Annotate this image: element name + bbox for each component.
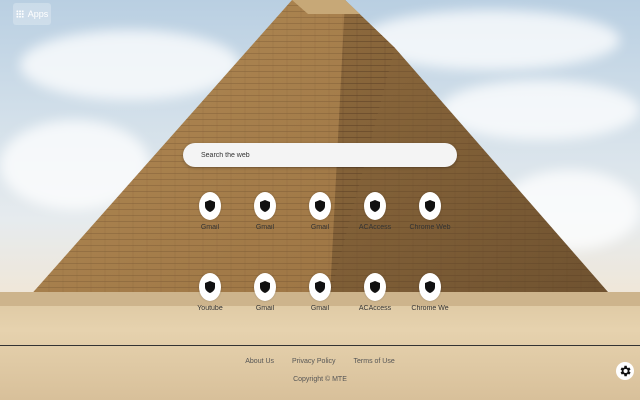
shortcut-tile[interactable]: Gmail xyxy=(293,192,347,231)
terms-of-use-link[interactable]: Terms of Use xyxy=(354,358,395,365)
footer-divider xyxy=(0,345,640,346)
shield-icon xyxy=(370,281,380,293)
shortcut-icon-circle xyxy=(364,192,386,220)
shortcut-tile[interactable]: Youtube xyxy=(183,273,237,312)
shortcut-icon-circle xyxy=(364,273,386,301)
shortcut-icon-circle xyxy=(199,192,221,220)
gear-icon xyxy=(620,365,631,377)
shortcut-label: Gmail xyxy=(310,305,330,312)
shortcut-tile[interactable]: Gmail xyxy=(183,192,237,231)
shield-icon xyxy=(370,200,380,212)
shield-icon xyxy=(260,281,270,293)
shortcut-tile[interactable]: ACAccess xyxy=(348,192,402,231)
settings-button[interactable] xyxy=(616,362,634,380)
shortcut-tile[interactable]: Gmail xyxy=(238,273,292,312)
shortcut-icon-circle xyxy=(309,273,331,301)
privacy-policy-link[interactable]: Privacy Policy xyxy=(292,358,336,365)
shortcut-icon-circle xyxy=(419,192,441,220)
shortcut-tile[interactable]: Gmail xyxy=(238,192,292,231)
shield-icon xyxy=(315,200,325,212)
shield-icon xyxy=(425,281,435,293)
shield-icon xyxy=(260,200,270,212)
shortcut-label: Chrome Web xyxy=(409,224,451,231)
shortcut-tile[interactable]: Chrome Web xyxy=(403,192,457,231)
shortcut-label: Chrome We xyxy=(411,305,449,312)
shortcut-icon-circle xyxy=(254,192,276,220)
shortcut-label: Gmail xyxy=(255,305,275,312)
apps-button[interactable]: Apps xyxy=(13,3,51,25)
shortcut-icon-circle xyxy=(309,192,331,220)
footer-links: About Us Privacy Policy Terms of Use xyxy=(0,358,640,365)
shortcut-label: Gmail xyxy=(255,224,275,231)
shortcut-label: Gmail xyxy=(200,224,220,231)
shield-icon xyxy=(315,281,325,293)
about-us-link[interactable]: About Us xyxy=(245,358,274,365)
shortcut-tile[interactable]: Gmail xyxy=(293,273,347,312)
shortcut-tile[interactable]: ACAccess xyxy=(348,273,402,312)
shield-icon xyxy=(205,281,215,293)
shield-icon xyxy=(425,200,435,212)
shortcut-icon-circle xyxy=(199,273,221,301)
shortcut-label: ACAccess xyxy=(358,224,392,231)
search-bar[interactable] xyxy=(183,143,457,167)
shortcut-tile[interactable]: Chrome We xyxy=(403,273,457,312)
shield-icon xyxy=(205,200,215,212)
copyright-text: Copyright © MTE xyxy=(293,376,347,383)
shortcut-label: Youtube xyxy=(197,305,223,312)
shortcut-label: Gmail xyxy=(310,224,330,231)
search-input[interactable] xyxy=(183,150,457,160)
shortcut-label: ACAccess xyxy=(358,305,392,312)
shortcut-icon-circle xyxy=(419,273,441,301)
apps-grid-icon xyxy=(15,10,24,18)
apps-label: Apps xyxy=(27,9,49,19)
shortcut-icon-circle xyxy=(254,273,276,301)
